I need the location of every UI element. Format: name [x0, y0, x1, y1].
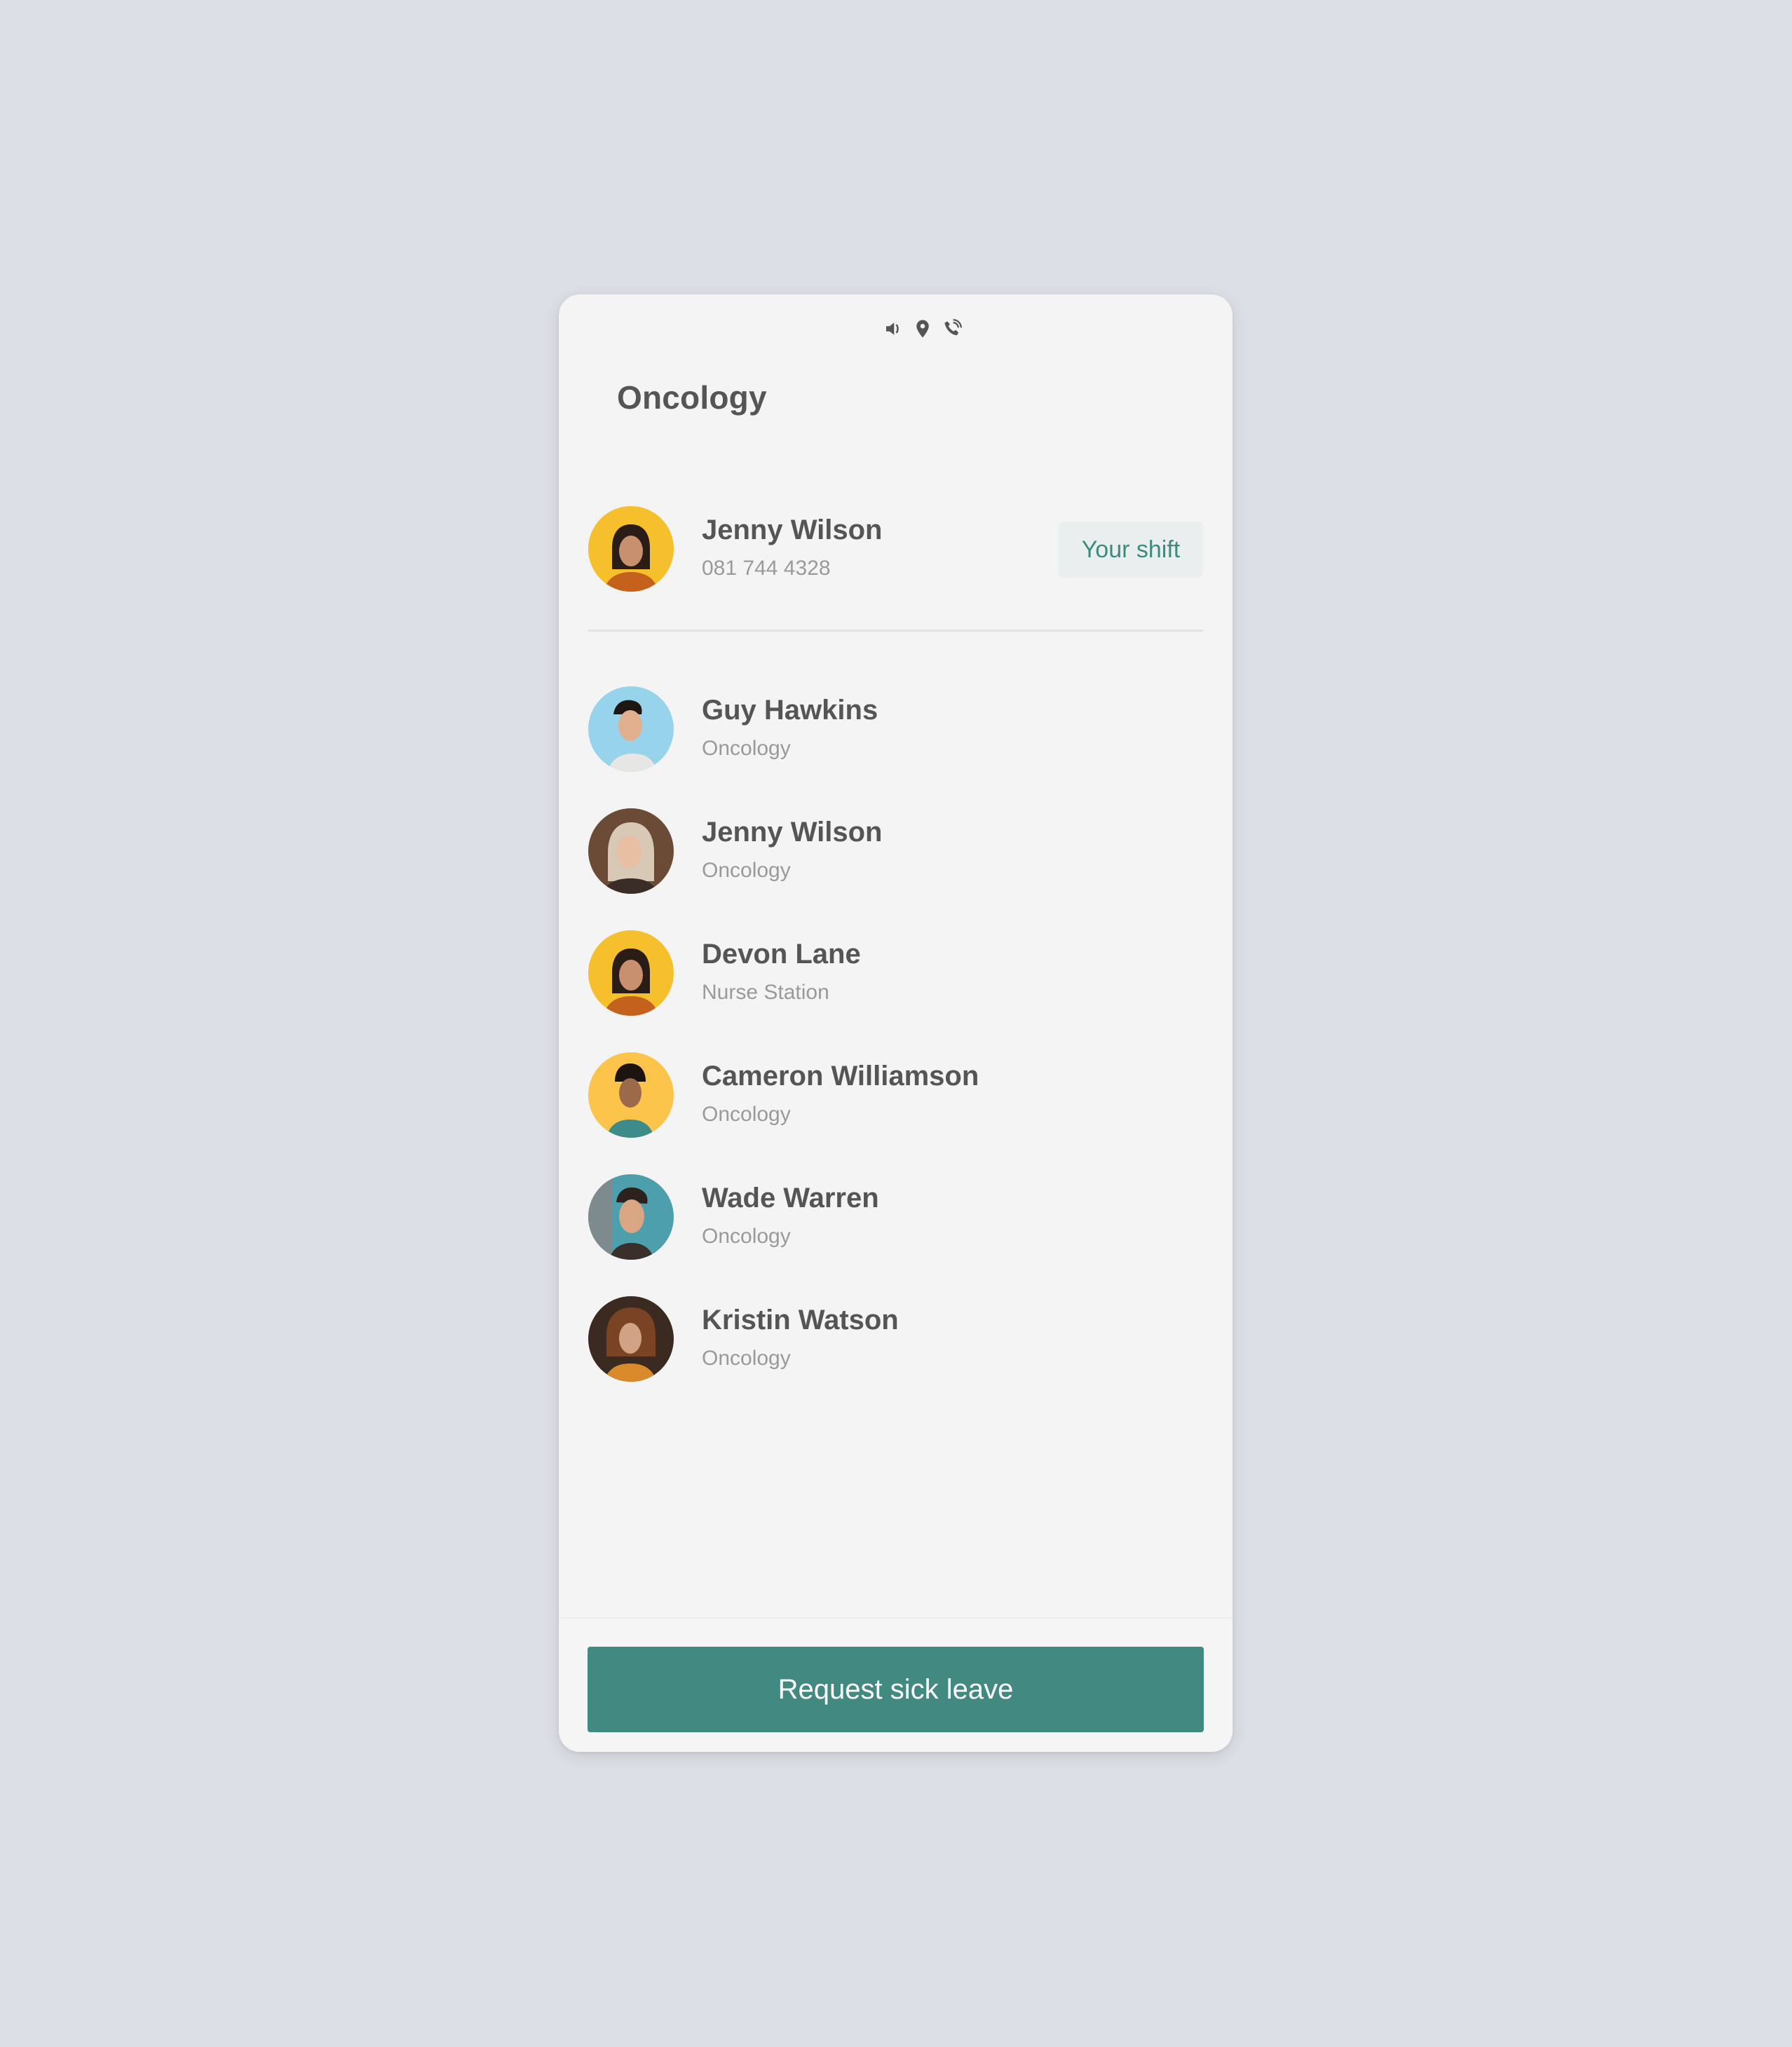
your-shift-badge[interactable]: Your shift	[1059, 522, 1203, 578]
list-item[interactable]: Jenny Wilson Oncology	[588, 808, 1203, 894]
phone-screen: Oncology Jenny Wilson 081 744 4328 Your …	[559, 294, 1233, 1752]
request-sick-leave-button[interactable]: Request sick leave	[588, 1647, 1204, 1732]
avatar	[588, 930, 674, 1016]
divider	[588, 630, 1203, 632]
staff-name: Cameron Williamson	[702, 1061, 979, 1091]
user-name: Jenny Wilson	[702, 515, 883, 545]
list-item[interactable]: Kristin Watson Oncology	[588, 1296, 1203, 1382]
footer: Request sick leave	[559, 1617, 1233, 1752]
person-photo-icon	[588, 686, 674, 772]
staff-name: Devon Lane	[702, 939, 861, 970]
list-item[interactable]: Guy Hawkins Oncology	[588, 686, 1203, 772]
current-user-row: Jenny Wilson 081 744 4328 Your shift	[588, 506, 1203, 592]
person-photo-icon	[588, 1296, 674, 1382]
avatar	[588, 1296, 674, 1382]
avatar	[588, 686, 674, 772]
status-bar	[559, 318, 1233, 339]
staff-department: Oncology	[702, 859, 791, 882]
staff-department: Oncology	[702, 1103, 791, 1126]
avatar	[588, 1174, 674, 1260]
speaker-icon	[883, 318, 904, 339]
person-photo-icon	[588, 930, 674, 1016]
list-item[interactable]: Wade Warren Oncology	[588, 1174, 1203, 1260]
staff-name: Jenny Wilson	[702, 817, 883, 848]
person-photo-icon	[588, 808, 674, 894]
staff-name: Wade Warren	[702, 1183, 879, 1213]
staff-name: Kristin Watson	[702, 1305, 899, 1335]
location-pin-icon	[912, 318, 933, 339]
user-phone: 081 744 4328	[702, 557, 831, 580]
person-photo-icon	[588, 1174, 674, 1260]
staff-department: Oncology	[702, 1347, 791, 1370]
avatar	[588, 808, 674, 894]
person-photo-icon	[588, 1052, 674, 1138]
person-photo-icon	[588, 506, 674, 592]
staff-department: Nurse Station	[702, 981, 829, 1004]
list-item[interactable]: Cameron Williamson Oncology	[588, 1052, 1203, 1138]
staff-department: Oncology	[702, 737, 791, 760]
avatar	[588, 1052, 674, 1138]
staff-department: Oncology	[702, 1225, 791, 1248]
phone-ringing-icon	[942, 318, 963, 339]
avatar	[588, 506, 674, 592]
staff-name: Guy Hawkins	[702, 695, 878, 726]
list-item[interactable]: Devon Lane Nurse Station	[588, 930, 1203, 1016]
page-title: Oncology	[617, 379, 767, 416]
